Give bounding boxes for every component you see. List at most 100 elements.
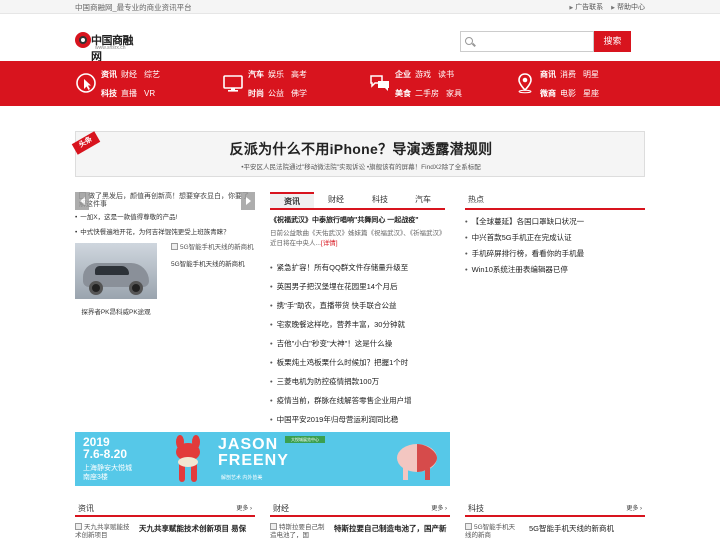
list-item[interactable]: 紧急扩容！所有QQ群文件存储量升级至 bbox=[270, 258, 445, 277]
cursor-click-icon bbox=[76, 73, 96, 93]
nav-link[interactable]: 消费 bbox=[560, 70, 576, 79]
nav-link[interactable]: 微商 bbox=[540, 89, 556, 98]
nav-link[interactable]: 二手房 bbox=[415, 89, 439, 98]
search-input[interactable] bbox=[476, 34, 591, 49]
top-bar: 中国商融网_最专业的商业资讯平台 ▶ 广告联系 ▶ 帮助中心 bbox=[0, 0, 720, 14]
list-item[interactable]: 一加X，这是一款值得尊敬的产品! bbox=[75, 210, 255, 225]
nav-link[interactable]: 资讯 bbox=[101, 70, 117, 79]
nav-link[interactable]: 汽车 bbox=[248, 70, 264, 79]
nav-group-2: 汽车 娱乐 高考 时尚 公益 佛学 bbox=[222, 61, 352, 106]
nav-link[interactable]: 综艺 bbox=[144, 70, 160, 79]
nav-link[interactable]: 明星 bbox=[583, 70, 599, 79]
search-bar: 搜索 bbox=[460, 31, 631, 52]
logo-mark-icon bbox=[75, 32, 91, 48]
tab-news[interactable]: 资讯 bbox=[270, 192, 314, 208]
slider-caption[interactable]: 做了黑发后，颜值再创新高！想要穿衣显白，你要了解这件事 bbox=[79, 192, 251, 209]
tab-auto[interactable]: 汽车 bbox=[401, 192, 445, 208]
more-link[interactable]: 更多 bbox=[626, 503, 642, 515]
nav-link[interactable]: 财经 bbox=[121, 70, 137, 79]
list-item[interactable]: 手机碎屏排行榜，看看你的手机最 bbox=[465, 246, 645, 262]
triangle-icon: ▶ bbox=[569, 5, 574, 11]
side-image-block[interactable]: 5G智能手机天线的新商机 5G智能手机天线的新商机 bbox=[171, 243, 255, 269]
list-item[interactable]: 英国男子把汉堡埋在花园里14个月后 bbox=[270, 277, 445, 296]
nav-link[interactable]: 家具 bbox=[446, 89, 462, 98]
section-title-link[interactable]: 特斯拉要自己制造电池了，国产新 bbox=[334, 524, 450, 534]
section-image[interactable]: 天九共享赋能技术创新项目 bbox=[75, 523, 130, 540]
car-image[interactable] bbox=[75, 243, 157, 299]
section-image[interactable]: 特斯拉要自己制造电池了，国 bbox=[270, 523, 325, 540]
broken-image-icon bbox=[171, 243, 178, 250]
middle-news-list: 紧急扩容！所有QQ群文件存储量升级至 英国男子把汉堡埋在花园里14个月后 携"手… bbox=[270, 258, 445, 429]
list-item[interactable]: 中国平安2019年归母营运利润同比稳 bbox=[270, 410, 445, 429]
nav-link[interactable]: 直播 bbox=[121, 89, 137, 98]
hot-list: 【全球蔓延】各国口罩缺口状况一 中兴首款5G手机正在完成认证 手机碎屏排行榜，看… bbox=[465, 214, 645, 278]
nav-link[interactable]: 科技 bbox=[101, 89, 117, 98]
hot-section-title: 热点 bbox=[465, 192, 645, 210]
site-logo[interactable]: 中国商融网 www.snsrx.cn bbox=[75, 30, 137, 63]
monitor-icon bbox=[223, 75, 243, 92]
nav-link[interactable]: 美食 bbox=[395, 89, 411, 98]
list-item[interactable]: 吉他"小白"秒变"大神"！这是什么操 bbox=[270, 334, 445, 353]
ad-tag: 大悦城展览中心 bbox=[285, 436, 325, 443]
section-header: 资讯 更多 bbox=[75, 503, 255, 517]
help-center-link[interactable]: 帮助中心 bbox=[617, 4, 645, 11]
side-image-alt-text: 5G智能手机天线的新商机 bbox=[180, 244, 254, 251]
ad-subtitle: 解剖艺术 内外皆美 bbox=[221, 475, 263, 481]
tab-tech[interactable]: 科技 bbox=[358, 192, 402, 208]
section-image[interactable]: 5G智能手机天线的新商 bbox=[465, 523, 520, 540]
side-image-alt: 5G智能手机天线的新商机 bbox=[171, 243, 255, 252]
nav-link[interactable]: 时尚 bbox=[248, 89, 264, 98]
list-item[interactable]: 中式快餐遍地开花，为何吉祥馄饨更受上班族青睐？ bbox=[75, 225, 255, 240]
slider-next-arrow-icon[interactable] bbox=[241, 192, 255, 210]
nav-link[interactable]: 游戏 bbox=[415, 70, 431, 79]
nav-link[interactable]: 企业 bbox=[395, 70, 411, 79]
ad-contact-link[interactable]: 广告联系 bbox=[575, 4, 603, 11]
headline-subs: •平安区人民法院通过"移动微法院"实现诉讼 •旗舰该有的屏幕！FindX2除了全… bbox=[76, 161, 646, 171]
headline-sub-link[interactable]: •旗舰该有的屏幕！FindX2除了全系标配 bbox=[367, 164, 481, 171]
lead-more-link[interactable]: [详情] bbox=[321, 240, 338, 247]
list-item[interactable]: 【全球蔓延】各国口罩缺口状况一 bbox=[465, 214, 645, 230]
more-link[interactable]: 更多 bbox=[236, 503, 252, 515]
search-button[interactable]: 搜索 bbox=[594, 31, 631, 52]
logo-url: www.snsrx.cn bbox=[95, 45, 126, 51]
nav-link[interactable]: 星座 bbox=[583, 89, 599, 98]
car-caption[interactable]: 探界者PK昂科威PK途观 bbox=[75, 306, 157, 316]
more-link[interactable]: 更多 bbox=[431, 503, 447, 515]
lead-story: 《祝福武汉》中泰旅行唱响"共舞同心 一起战疫" 日前公益歌曲《天佑武汉》姊妹篇《… bbox=[270, 215, 445, 249]
side-image-caption[interactable]: 5G智能手机天线的新商机 bbox=[171, 260, 255, 269]
search-box bbox=[460, 31, 594, 52]
image-slider: 做了黑发后，颜值再创新高！想要穿衣显白，你要了解这件事 bbox=[75, 192, 255, 210]
list-item[interactable]: 宅家晚餐这样吃，营养丰富，30分钟就 bbox=[270, 315, 445, 334]
list-item[interactable]: Win10系统注册表编辑器已停 bbox=[465, 262, 645, 278]
list-item[interactable]: 三菱电机为防控疫情捐款100万 bbox=[270, 372, 445, 391]
headline-title[interactable]: 反派为什么不用iPhone？导演透露潜规则 bbox=[76, 139, 646, 159]
headline-sub-link[interactable]: •平安区人民法院通过"移动微法院"实现诉讼 bbox=[241, 164, 365, 171]
list-item[interactable]: 中兴首款5G手机正在完成认证 bbox=[465, 230, 645, 246]
nav-link[interactable]: 佛学 bbox=[291, 89, 307, 98]
anatomy-sculpture-icon bbox=[397, 444, 437, 480]
nav-link[interactable]: 公益 bbox=[268, 89, 284, 98]
tab-finance[interactable]: 财经 bbox=[314, 192, 358, 208]
section-title-link[interactable]: 天九共享赋能技术创新项目 易保 bbox=[139, 524, 255, 534]
slider-prev-arrow-icon[interactable] bbox=[75, 192, 89, 210]
nav-link[interactable]: 娱乐 bbox=[268, 70, 284, 79]
nav-link[interactable]: 电影 bbox=[560, 89, 576, 98]
list-item[interactable]: 疫情当前，群脉在线解答零售企业用户增 bbox=[270, 391, 445, 410]
nav-link[interactable]: VR bbox=[144, 89, 155, 98]
ad-place-line: 上海静安大悦城 bbox=[83, 465, 132, 472]
nav-link[interactable]: 商讯 bbox=[540, 70, 556, 79]
ad-date-range: 7.6-8.20 bbox=[83, 447, 128, 461]
ad-date: 2019 7.6-8.20 bbox=[83, 436, 127, 460]
section-title-link[interactable]: 5G智能手机天线的新商机 bbox=[529, 524, 645, 534]
ad-banner[interactable]: 2019 7.6-8.20 上海静安大悦城 南座3楼 JASON FREENY … bbox=[75, 432, 450, 486]
section-title: 资讯 bbox=[78, 504, 94, 513]
chat-bubbles-icon bbox=[370, 75, 389, 91]
lead-title[interactable]: 《祝福武汉》中泰旅行唱响"共舞同心 一起战疫" bbox=[270, 217, 419, 224]
location-pin-icon bbox=[518, 73, 532, 94]
list-item[interactable]: 携"手"助农，直播带货 快手联合公益 bbox=[270, 296, 445, 315]
car-wheel-shape bbox=[89, 281, 103, 295]
list-item[interactable]: 板栗炖土鸡板栗什么时候加？把握1个时 bbox=[270, 353, 445, 372]
nav-link[interactable]: 高考 bbox=[291, 70, 307, 79]
ad-brand-line: FREENY bbox=[218, 452, 289, 469]
nav-link[interactable]: 读书 bbox=[438, 70, 454, 79]
